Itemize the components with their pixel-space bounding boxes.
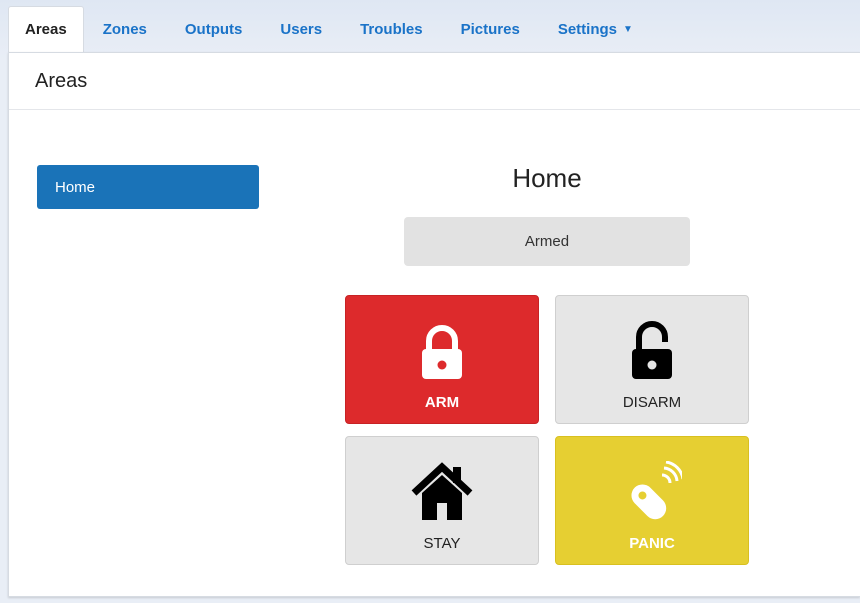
areas-panel: Areas Home Home Armed ARM DISARM STAY PA… <box>8 52 860 597</box>
lock-closed-icon <box>420 316 464 380</box>
tab-label: Pictures <box>460 20 520 38</box>
top-nav: Areas Zones Outputs Users Troubles Pictu… <box>8 6 860 52</box>
disarm-label: DISARM <box>622 394 682 411</box>
panic-label: PANIC <box>629 535 675 552</box>
lock-open-icon <box>630 316 674 380</box>
arm-label: ARM <box>424 394 460 411</box>
stay-button[interactable]: STAY <box>345 436 539 565</box>
sidebar-item-label: Home <box>55 178 96 196</box>
tab-settings[interactable]: Settings ▼ <box>539 6 652 52</box>
caret-down-icon: ▼ <box>623 23 633 35</box>
tab-label: Zones <box>102 20 147 38</box>
tab-troubles[interactable]: Troubles <box>341 6 442 52</box>
panel-heading: Areas <box>9 53 860 110</box>
arm-button[interactable]: ARM <box>345 295 539 424</box>
tab-label: Outputs <box>184 20 243 38</box>
tab-outputs[interactable]: Outputs <box>166 6 262 52</box>
tab-areas[interactable]: Areas <box>8 6 84 52</box>
house-icon <box>410 457 474 521</box>
area-title: Home <box>512 163 582 193</box>
panic-button[interactable]: PANIC <box>555 436 749 565</box>
sidebar-item-home[interactable]: Home <box>37 165 259 209</box>
disarm-button[interactable]: DISARM <box>555 295 749 424</box>
tab-label: Troubles <box>360 20 423 38</box>
tab-label: Areas <box>25 21 67 38</box>
tab-pictures[interactable]: Pictures <box>442 6 539 52</box>
tab-label: Settings <box>557 20 617 38</box>
tab-users[interactable]: Users <box>261 6 341 52</box>
tab-zones[interactable]: Zones <box>84 6 166 52</box>
tab-label: Users <box>280 20 323 38</box>
app-window: Areas Zones Outputs Users Troubles Pictu… <box>0 0 860 603</box>
stay-label: STAY <box>423 535 461 552</box>
status-indicator: Armed <box>404 217 690 266</box>
remote-fob-icon <box>622 457 682 521</box>
status-text: Armed <box>524 233 570 250</box>
